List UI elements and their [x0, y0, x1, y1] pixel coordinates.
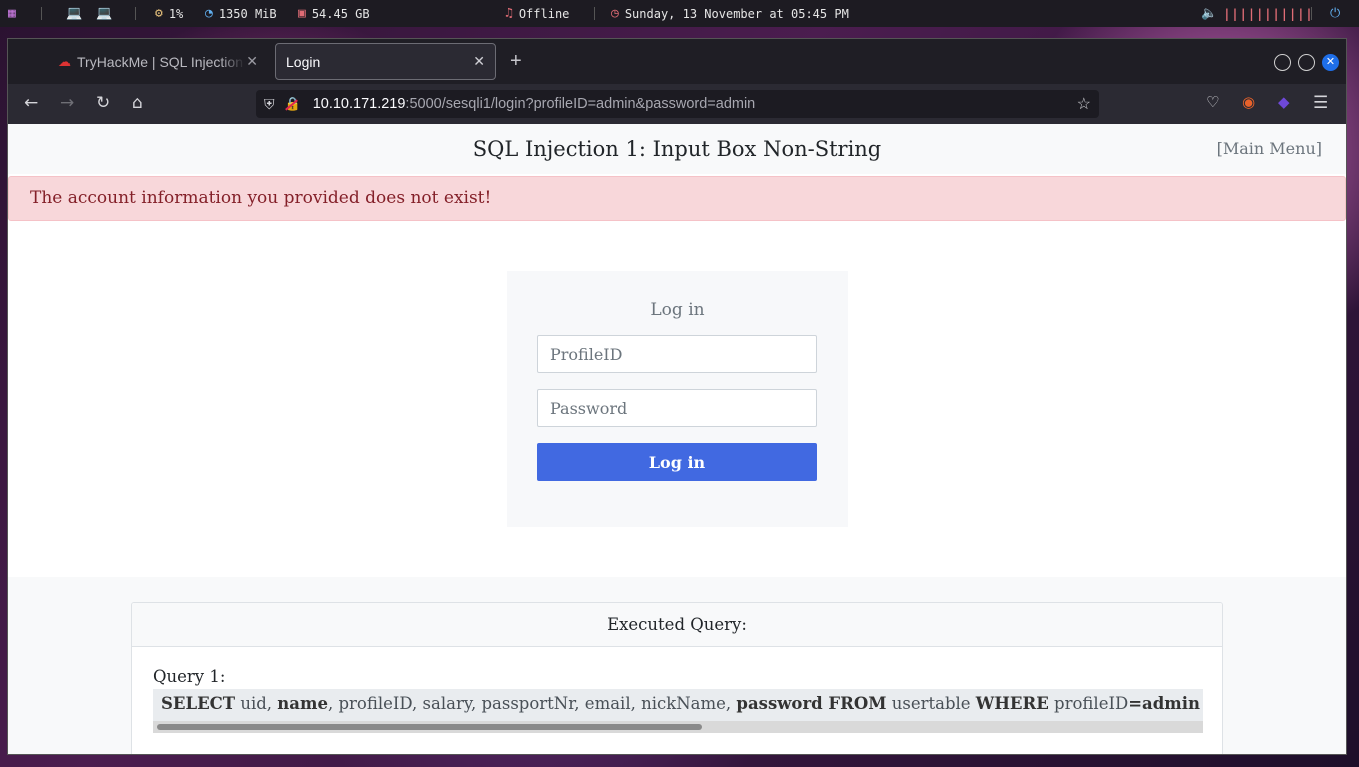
divider: [1311, 7, 1312, 20]
sql-keyword: =admin AND: [1128, 694, 1203, 713]
music-note-icon: ♫: [505, 6, 513, 21]
login-heading: Log in: [650, 300, 705, 320]
shield-icon[interactable]: ⛨: [264, 96, 275, 113]
scrollbar-thumb[interactable]: [157, 724, 702, 730]
maximize-button[interactable]: [1298, 54, 1315, 71]
sql-text: , profileID, salary, passportNr, email, …: [327, 694, 737, 713]
system-top-bar: ▦ 💻 💻 ⚙ 1% ◔ 1350 MiB ▣ 54.45 GB ♫ Offli…: [0, 0, 1359, 27]
login-button[interactable]: Log in: [537, 443, 817, 481]
close-tab-icon[interactable]: ✕: [473, 53, 485, 70]
error-alert: The account information you provided doe…: [8, 176, 1346, 221]
cpu-indicator: ⚙ 1%: [155, 0, 183, 27]
url-host: 10.10.171.219: [312, 96, 406, 112]
browser-window: ☁ TryHackMe | SQL Injection ✕ Login ✕ + …: [7, 38, 1347, 755]
pocket-icon[interactable]: ♡: [1206, 93, 1219, 111]
navigation-toolbar: ← → ↻ ⌂ ⛨ 🔒 10.10.171.219 :5000/sesqli1/…: [8, 84, 1346, 124]
divider: [135, 7, 136, 20]
tab-title: Login: [286, 53, 321, 70]
profileid-input[interactable]: [537, 335, 817, 373]
divider: [594, 7, 595, 20]
disk-usage: 54.45 GB: [311, 6, 370, 21]
power-icon[interactable]: ⏻: [1330, 0, 1340, 27]
music-indicator[interactable]: ♫ Offline: [505, 0, 569, 27]
datetime: Sunday, 13 November at 05:45 PM: [624, 6, 849, 21]
volume-indicator[interactable]: 🔈 |||||||||||: [1201, 0, 1314, 27]
tab-bar: ☁ TryHackMe | SQL Injection ✕ Login ✕ + …: [8, 39, 1346, 84]
login-form: Log in Log in: [507, 271, 848, 527]
extension-icon[interactable]: ◉: [1242, 93, 1255, 111]
reload-icon[interactable]: ↻: [96, 93, 110, 113]
page-header: SQL Injection 1: Input Box Non-String [M…: [8, 124, 1346, 174]
memory-indicator: ◔ 1350 MiB: [205, 0, 277, 27]
hamburger-menu-icon[interactable]: ☰: [1313, 93, 1328, 113]
sql-keyword: name: [277, 694, 328, 713]
sql-text: usertable: [886, 694, 976, 713]
query-card-header: Executed Query:: [132, 603, 1222, 647]
app-grid-icon[interactable]: ▦: [8, 0, 16, 27]
sql-text: uid,: [235, 694, 278, 713]
monitor-icon[interactable]: 💻: [96, 0, 112, 27]
tab-login[interactable]: Login ✕: [275, 43, 496, 80]
tryhackme-cloud-icon: ☁: [58, 53, 71, 69]
query-label: Query 1:: [153, 667, 226, 686]
close-window-button[interactable]: ✕: [1322, 54, 1339, 71]
password-input[interactable]: [537, 389, 817, 427]
clock[interactable]: ◷ Sunday, 13 November at 05:45 PM: [611, 0, 849, 27]
disk-icon: ▣: [298, 6, 306, 21]
main-menu-link[interactable]: [Main Menu]: [1217, 139, 1322, 158]
sql-keyword: SELECT: [161, 694, 236, 713]
home-icon[interactable]: ⌂: [132, 93, 143, 113]
disk-indicator: ▣ 54.45 GB: [298, 0, 370, 27]
page-title: SQL Injection 1: Input Box Non-String: [472, 137, 882, 161]
page-content: SQL Injection 1: Input Box Non-String [M…: [8, 124, 1346, 754]
memory-usage: 1350 MiB: [218, 6, 277, 21]
cpu-icon: ⚙: [155, 6, 163, 21]
sql-text: profileID: [1048, 694, 1129, 713]
divider: [41, 7, 42, 20]
insecure-lock-icon[interactable]: 🔒: [285, 96, 301, 112]
bookmark-star-icon[interactable]: ☆: [1077, 94, 1091, 114]
tab-title: TryHackMe | SQL Injection: [77, 53, 243, 70]
forward-arrow-icon[interactable]: →: [60, 93, 74, 113]
sql-keyword: password FROM: [736, 694, 887, 713]
volume-level: |||||||||||: [1223, 6, 1314, 21]
sql-query-text: SELECT uid, name, profileID, salary, pas…: [161, 694, 1203, 713]
close-tab-icon[interactable]: ✕: [246, 53, 258, 70]
tab-tryhackme[interactable]: ☁ TryHackMe | SQL Injection ✕: [48, 43, 268, 80]
extension-icon[interactable]: ◆: [1278, 93, 1290, 111]
clock-icon: ◷: [611, 6, 619, 21]
address-bar[interactable]: ⛨ 🔒 10.10.171.219 :5000/sesqli1/login?pr…: [256, 90, 1099, 118]
back-arrow-icon[interactable]: ←: [24, 93, 38, 113]
minimize-button[interactable]: [1274, 54, 1291, 71]
horizontal-scrollbar[interactable]: [153, 721, 1203, 733]
sql-keyword: WHERE: [975, 694, 1049, 713]
music-status: Offline: [518, 6, 570, 21]
new-tab-button[interactable]: +: [510, 50, 522, 73]
memory-icon: ◔: [205, 6, 213, 21]
cpu-usage: 1%: [168, 6, 184, 21]
monitor-icon[interactable]: 💻: [66, 0, 82, 27]
executed-query-card: Executed Query: Query 1: SELECT uid, nam…: [131, 602, 1223, 754]
url-path: :5000/sesqli1/login?profileID=admin&pass…: [405, 96, 756, 112]
volume-icon: 🔈: [1201, 6, 1218, 21]
query-code-block[interactable]: SELECT uid, name, profileID, salary, pas…: [153, 689, 1203, 733]
